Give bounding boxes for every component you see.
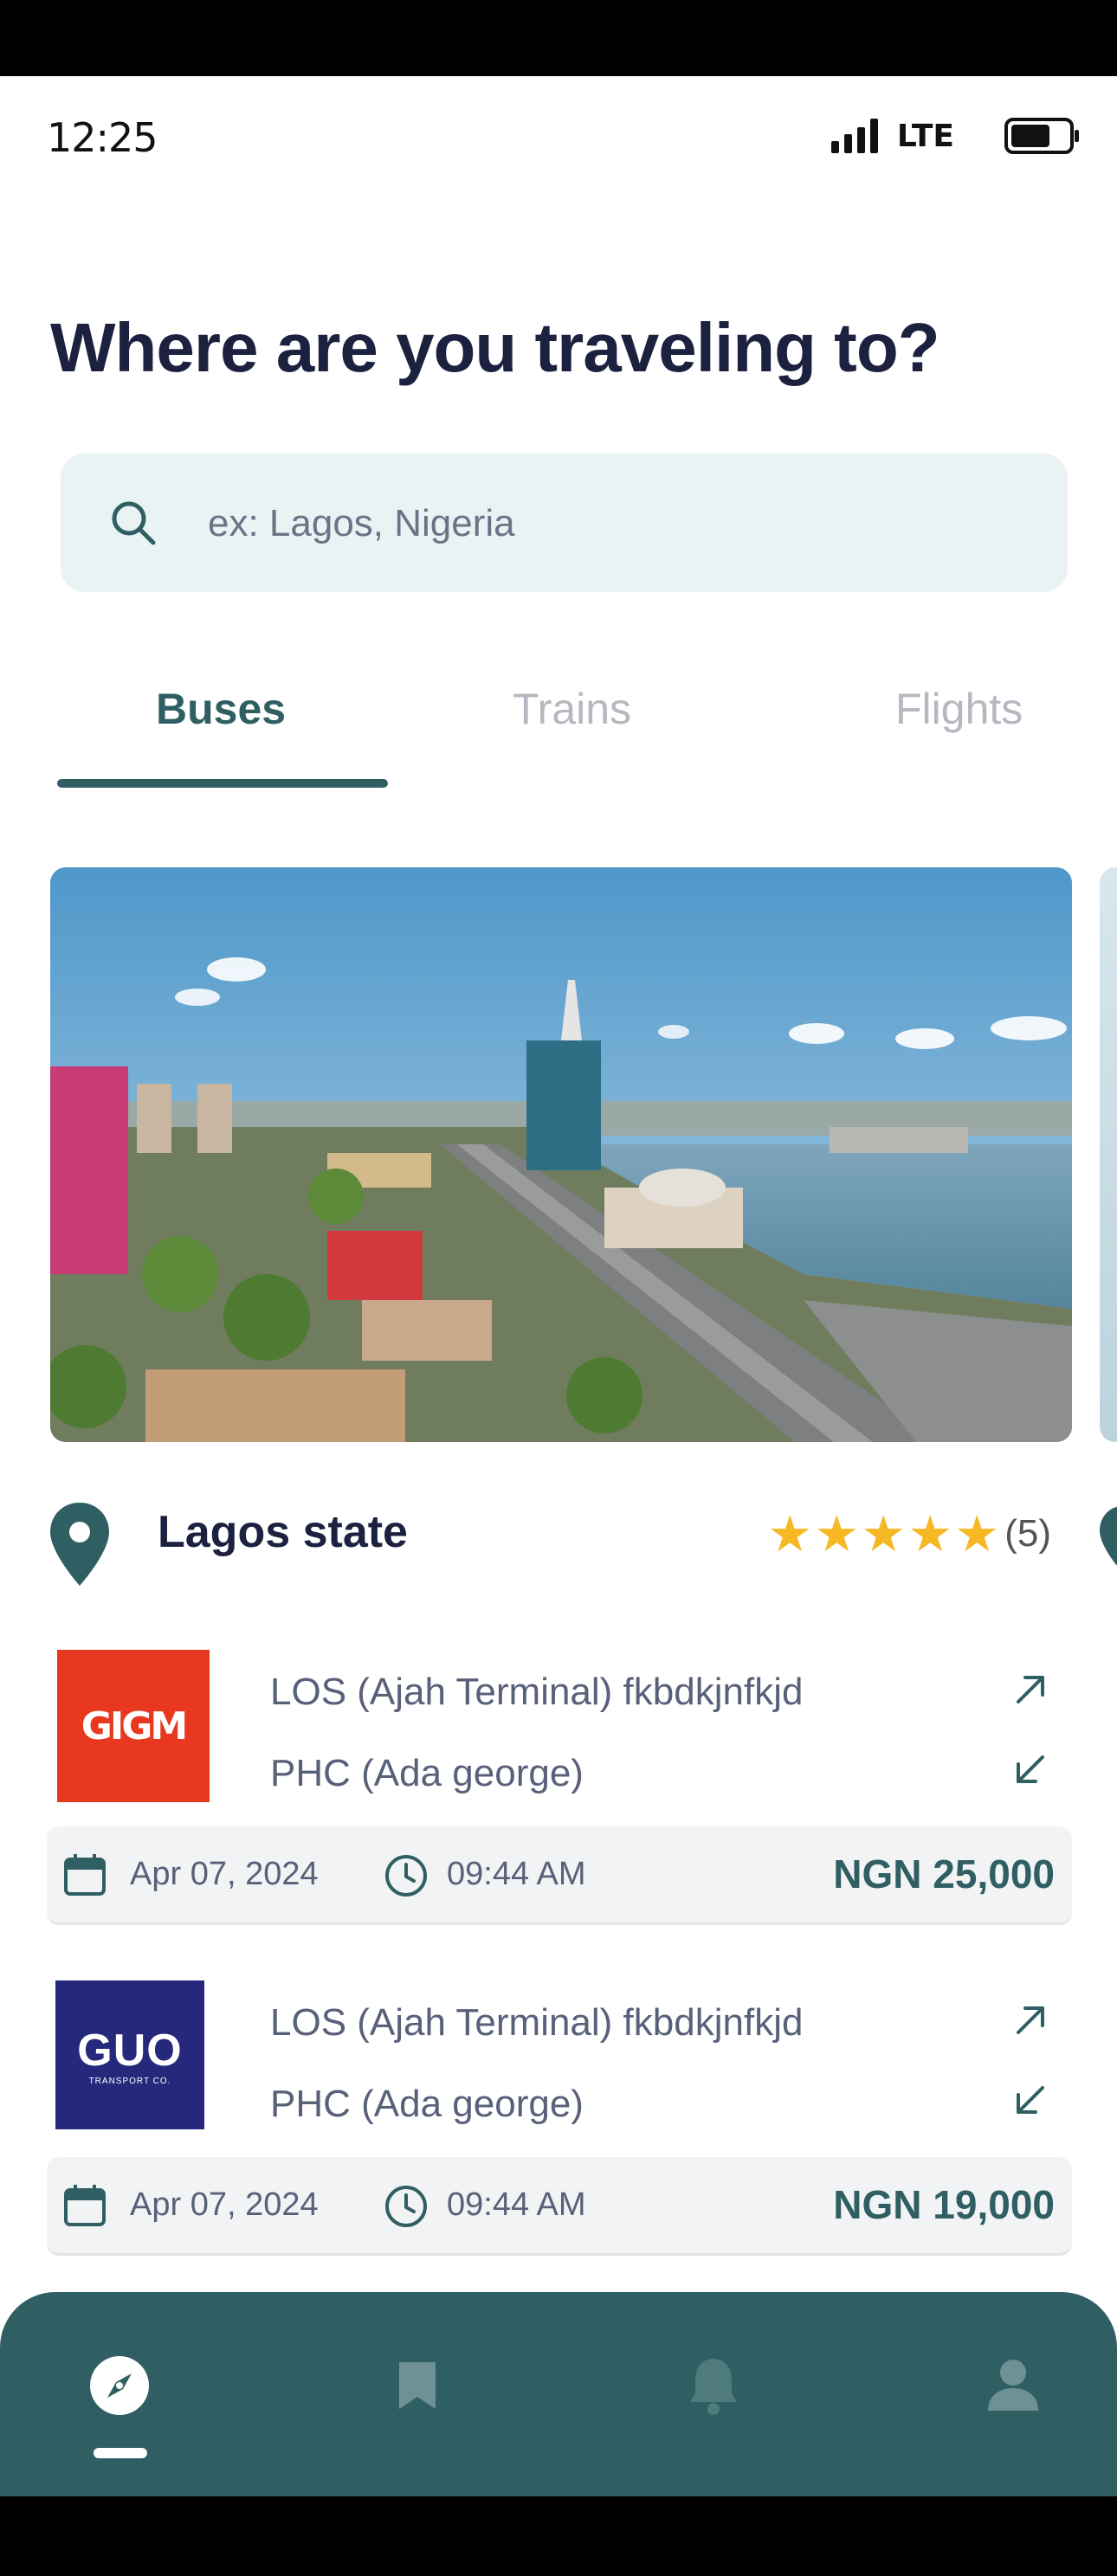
calendar-icon — [64, 1854, 106, 1896]
star-icon: ★ — [861, 1504, 907, 1563]
bottom-nav — [0, 2292, 1117, 2496]
search-icon — [112, 501, 156, 545]
app-screen: 12:25 LTE Where are you traveling to? Bu… — [0, 76, 1117, 2496]
lagos-cityscape-image — [50, 867, 1072, 1442]
nav-active-indicator — [94, 2448, 147, 2458]
next-location-pin-icon — [1100, 1506, 1117, 1566]
operator-logo-gigm: GIGM — [57, 1650, 210, 1802]
star-icon: ★ — [954, 1504, 1000, 1563]
arrow-down-left-icon — [1017, 2086, 1044, 2114]
nav-notifications[interactable] — [679, 2351, 748, 2420]
trip-details-bar: Apr 07, 2024 09:44 AM NGN 19,000 — [47, 2157, 1072, 2256]
destination-image[interactable] — [50, 867, 1072, 1442]
trip-price: NGN 25,000 — [833, 1852, 1055, 1897]
tab-trains[interactable]: Trains — [513, 684, 631, 734]
active-tab-indicator — [57, 779, 388, 788]
trip-time: 09:44 AM — [447, 2186, 586, 2223]
page-title: Where are you traveling to? — [50, 309, 940, 386]
bookmark-icon — [399, 2362, 436, 2409]
status-time: 12:25 — [47, 114, 158, 161]
tab-flights[interactable]: Flights — [895, 684, 1023, 734]
location-pin-icon — [50, 1503, 109, 1586]
compass-icon — [90, 2356, 149, 2415]
battery-icon — [1004, 118, 1079, 154]
operator-logo-guo: GUO TRANSPORT CO. — [55, 1980, 204, 2129]
next-destination-card[interactable] — [1100, 867, 1117, 1442]
destination-name: Lagos state — [158, 1507, 408, 1557]
arrow-up-right-icon — [1017, 2006, 1044, 2034]
signal-icon — [830, 119, 878, 153]
nav-saved[interactable] — [383, 2351, 452, 2420]
tab-buses[interactable]: Buses — [156, 684, 286, 734]
clock-icon — [385, 1855, 427, 1897]
trip-origin: LOS (Ajah Terminal) fkbdkjnfkjd — [270, 1671, 804, 1713]
arrow-down-left-icon — [1017, 1755, 1044, 1783]
trip-card[interactable]: GUO TRANSPORT CO. LOS (Ajah Terminal) fk… — [47, 1980, 1072, 2327]
bell-icon — [690, 2359, 737, 2415]
trip-details-bar: Apr 07, 2024 09:44 AM NGN 25,000 — [47, 1826, 1072, 1925]
nav-profile[interactable] — [978, 2351, 1048, 2420]
network-label: LTE — [896, 118, 954, 154]
operator-logo-text: GUO — [77, 2025, 183, 2076]
operator-logo-text: GIGM — [81, 1703, 188, 1748]
operator-logo-subtext: TRANSPORT CO. — [88, 2076, 171, 2086]
star-icon: ★ — [907, 1504, 953, 1563]
trip-date: Apr 07, 2024 — [130, 1856, 319, 1892]
trip-destination: PHC (Ada george) — [270, 2083, 584, 2125]
trip-destination: PHC (Ada george) — [270, 1752, 584, 1794]
status-indicators: LTE — [830, 118, 1079, 154]
nav-explore[interactable] — [85, 2351, 154, 2420]
search-input[interactable] — [206, 488, 989, 559]
search-bar[interactable] — [61, 454, 1068, 592]
star-icon: ★ — [767, 1504, 813, 1563]
arrow-up-right-icon — [1017, 1676, 1044, 1703]
rating-count: (5) — [1004, 1512, 1051, 1555]
trip-origin: LOS (Ajah Terminal) fkbdkjnfkjd — [270, 2001, 804, 2044]
calendar-icon — [64, 2185, 106, 2226]
destination-rating: ★ ★ ★ ★ ★ (5) — [767, 1509, 1051, 1559]
star-icon: ★ — [814, 1504, 860, 1563]
trip-card[interactable]: GIGM LOS (Ajah Terminal) fkbdkjnfkjd PHC… — [47, 1650, 1072, 1996]
trip-date: Apr 07, 2024 — [130, 2186, 319, 2223]
trip-time: 09:44 AM — [447, 1856, 586, 1892]
clock-icon — [385, 2186, 427, 2227]
trip-price: NGN 19,000 — [833, 2182, 1055, 2227]
profile-icon — [988, 2360, 1038, 2411]
